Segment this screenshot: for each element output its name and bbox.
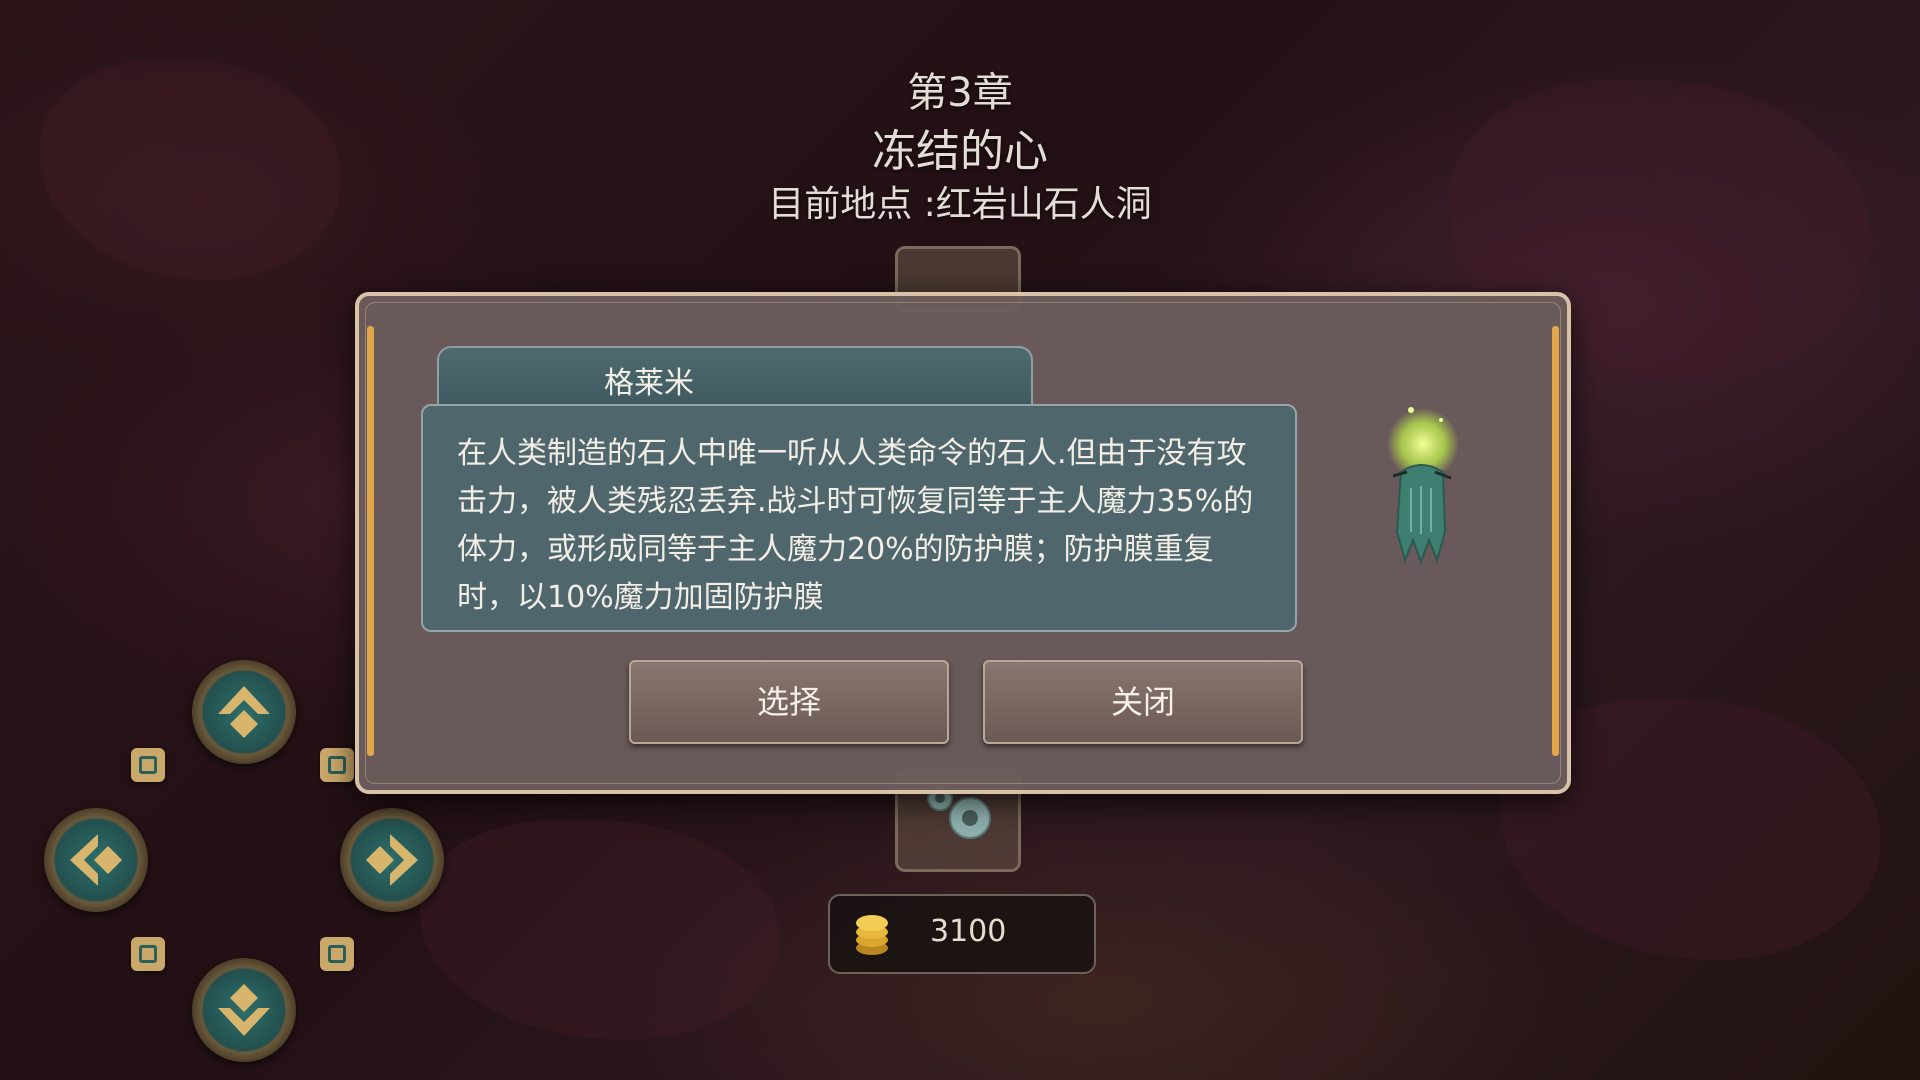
dpad-up-button[interactable] bbox=[192, 660, 296, 764]
arrow-down-icon bbox=[218, 984, 270, 1036]
arrow-up-icon bbox=[218, 686, 270, 738]
current-location: 目前地点 :红岩山石人洞 bbox=[768, 184, 1152, 225]
dpad-right-button[interactable] bbox=[340, 808, 444, 912]
character-name-tab: 格莱米 bbox=[437, 346, 1033, 404]
character-info-dialog: 格莱米 在人类制造的石人中唯一听从人类命令的石人.但由于没有攻击力，被人类残忍丢… bbox=[355, 292, 1571, 794]
dpad-down-button[interactable] bbox=[192, 958, 296, 1062]
chapter-number: 第3章 bbox=[907, 70, 1013, 116]
character-name: 格莱米 bbox=[604, 366, 694, 401]
dpad-diagonal-downright[interactable] bbox=[320, 937, 354, 971]
arrow-right-icon bbox=[366, 834, 418, 886]
dialog-border-accent bbox=[1552, 326, 1559, 756]
golem-figure-icon bbox=[1387, 407, 1459, 565]
gold-coin-icon bbox=[856, 915, 888, 955]
dpad-diagonal-upright[interactable] bbox=[320, 748, 354, 782]
dialog-border-accent bbox=[367, 326, 374, 756]
description-panel[interactable]: 在人类制造的石人中唯一听从人类命令的石人.但由于没有攻击力，被人类残忍丢弃.战斗… bbox=[421, 404, 1297, 632]
character-description: 在人类制造的石人中唯一听从人类命令的石人.但由于没有攻击力，被人类残忍丢弃.战斗… bbox=[457, 436, 1254, 610]
arrow-left-icon bbox=[70, 834, 122, 886]
dpad-diagonal-upleft[interactable] bbox=[131, 748, 165, 782]
dpad-diagonal-downleft[interactable] bbox=[131, 937, 165, 971]
coin-counter: 3100 bbox=[828, 894, 1096, 974]
dpad-left-button[interactable] bbox=[44, 808, 148, 912]
close-button[interactable]: 关闭 bbox=[983, 660, 1303, 744]
chapter-title: 冻结的心 bbox=[872, 126, 1048, 177]
coin-amount: 3100 bbox=[930, 914, 1007, 949]
select-button[interactable]: 选择 bbox=[629, 660, 949, 744]
